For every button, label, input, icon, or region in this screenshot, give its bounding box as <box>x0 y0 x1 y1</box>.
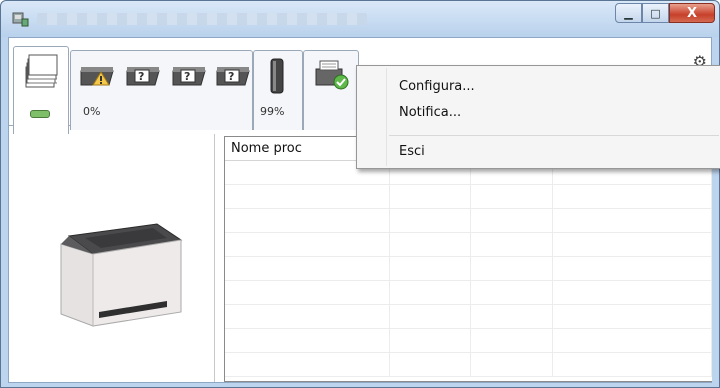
tab-waste-toner[interactable]: 99% <box>253 50 303 130</box>
waste-bottle-icon <box>270 58 284 94</box>
caption-buttons: ▁ □ X <box>615 3 715 24</box>
table-row[interactable] <box>225 185 712 209</box>
title-bar[interactable]: ▁ □ X <box>1 1 719 37</box>
tab-device-status[interactable]: 4 <box>303 50 363 130</box>
stack-pages-icon <box>25 54 58 88</box>
tab-print-queue[interactable] <box>13 46 69 134</box>
waste-percentage: 99% <box>260 105 285 118</box>
svg-text:?: ? <box>138 70 144 83</box>
menu-gutter <box>386 68 387 166</box>
table-row[interactable] <box>225 329 712 353</box>
minimize-icon: ▁ <box>624 6 633 20</box>
svg-text:?: ? <box>184 70 190 83</box>
table-row[interactable] <box>225 233 712 257</box>
app-window: ▁ □ X ? ? ? 0% 99% ⚙ Nome proc <box>0 0 720 388</box>
table-row[interactable] <box>225 257 712 281</box>
close-button[interactable]: X <box>669 3 715 23</box>
toner-unknown-icon: ? <box>126 67 160 86</box>
table-row[interactable] <box>225 209 712 233</box>
close-icon: X <box>686 5 698 21</box>
toner-unknown-icon: ? <box>172 67 206 86</box>
table-row[interactable] <box>225 281 712 305</box>
toner-unknown-icon: ? <box>216 67 250 86</box>
job-list-table[interactable]: Nome proc <box>224 136 712 382</box>
maximize-button[interactable]: □ <box>642 3 669 23</box>
menu-separator <box>389 135 719 136</box>
menu-item-notifica[interactable]: Notifica... <box>399 105 461 120</box>
tab-toner[interactable]: ? ? ? 0% <box>70 50 253 130</box>
maximize-icon: □ <box>650 6 661 20</box>
table-row[interactable] <box>225 305 712 329</box>
minimize-button[interactable]: ▁ <box>615 3 642 23</box>
device-image-pane <box>9 134 215 382</box>
window-title-obscured <box>37 13 367 25</box>
menu-item-configura[interactable]: Configura... <box>399 79 475 94</box>
context-menu: Configura... Notifica... Esci <box>356 65 720 169</box>
menu-item-esci[interactable]: Esci <box>399 144 425 159</box>
printer-image <box>60 223 183 327</box>
status-led-icon <box>30 110 50 118</box>
printer-app-icon <box>12 12 29 27</box>
table-row[interactable] <box>225 353 712 377</box>
toner-percentage: 0% <box>83 105 101 118</box>
svg-text:?: ? <box>228 70 234 83</box>
toner-warning-icon <box>80 67 114 86</box>
printer-status-icon <box>315 60 349 90</box>
